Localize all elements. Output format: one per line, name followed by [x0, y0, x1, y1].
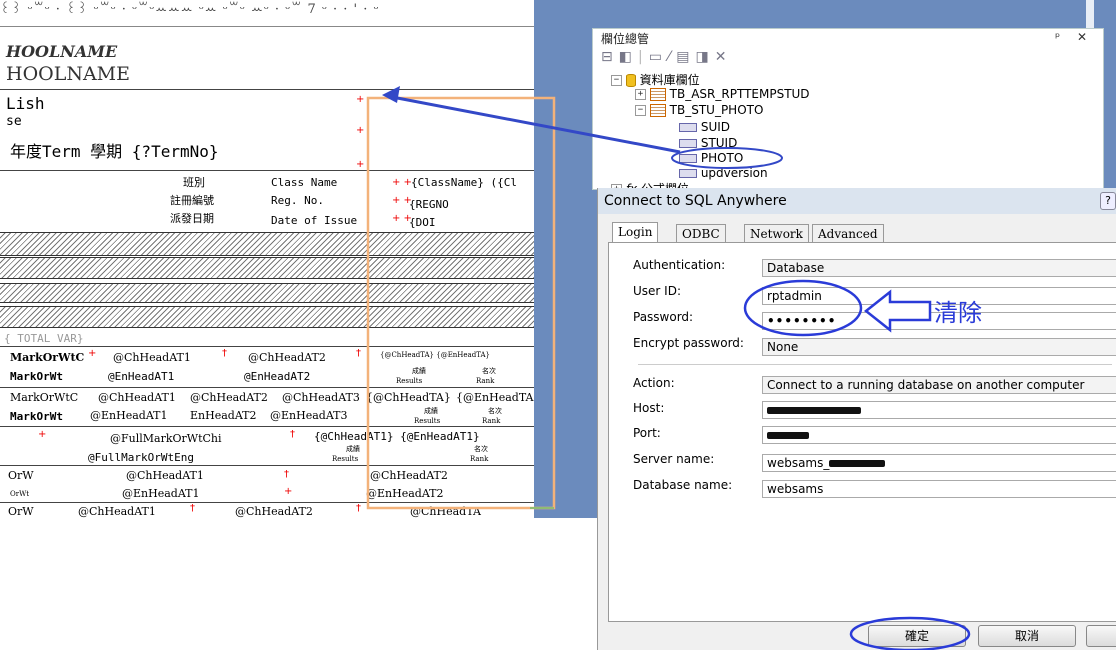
clear-annotation-text: 清除 [934, 299, 982, 327]
credentials-highlight-ellipse [743, 279, 863, 337]
orange-highlight-box [366, 96, 556, 510]
left-arrow-outline [863, 289, 932, 333]
photo-highlight-ellipse [671, 147, 783, 169]
blue-arrow-line [391, 95, 681, 154]
ok-button-highlight-ellipse [849, 616, 971, 650]
blue-arrow-head [382, 86, 400, 103]
